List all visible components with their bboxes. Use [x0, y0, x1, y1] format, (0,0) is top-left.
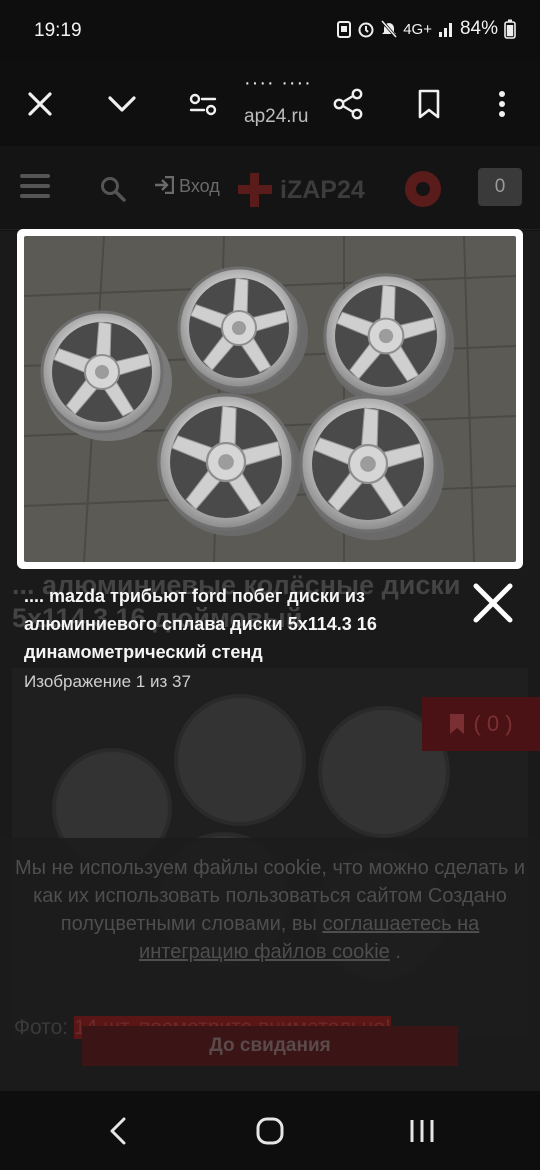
- page-settings-button[interactable]: [175, 76, 231, 132]
- recent-apps-button[interactable]: [400, 1109, 444, 1153]
- search-icon[interactable]: [100, 176, 126, 202]
- hamburger-menu-icon[interactable]: [20, 174, 50, 198]
- url-title[interactable]: ···· ····: [244, 72, 312, 95]
- close-viewer-button[interactable]: [468, 578, 518, 628]
- login-link[interactable]: Вход: [154, 175, 220, 197]
- site-logo[interactable]: iZAP24: [236, 164, 452, 214]
- image-viewer-frame: [17, 229, 523, 569]
- minimize-button[interactable]: [94, 76, 150, 132]
- page-settings-icon: [189, 93, 217, 116]
- home-icon: [256, 1117, 284, 1145]
- chevron-down-icon: [108, 96, 136, 112]
- site-header: Вход iZAP24 0: [0, 146, 540, 230]
- more-vertical-icon: [499, 91, 505, 117]
- system-navigation-bar: [0, 1091, 540, 1170]
- url-domain[interactable]: ap24.ru: [244, 106, 308, 128]
- login-label: Вход: [179, 176, 220, 196]
- close-icon: [473, 583, 513, 623]
- background-bookmark-count: ( 0 ): [473, 711, 513, 736]
- home-button[interactable]: [248, 1109, 292, 1153]
- alarm-icon: [358, 22, 374, 38]
- battery-icon: [504, 19, 516, 39]
- bookmark-icon: [450, 714, 465, 734]
- cookie-text-end: .: [389, 941, 401, 963]
- close-icon: [28, 92, 52, 116]
- status-icons: 4G+ 84%: [337, 18, 516, 40]
- network-type: 4G+: [403, 20, 432, 38]
- background-bookmark-counter[interactable]: ( 0 ): [422, 697, 540, 751]
- background-note-prefix: Фото:: [14, 1016, 69, 1039]
- share-button[interactable]: [320, 76, 376, 132]
- mute-icon: [381, 20, 398, 38]
- image-caption: .... mazda трибьют ford побег диски из а…: [24, 586, 377, 662]
- cart-counter[interactable]: 0: [478, 168, 522, 206]
- image-counter: Изображение 1 из 37: [24, 672, 191, 691]
- cookie-dismiss-button[interactable]: До свидания: [82, 1026, 458, 1066]
- logo-text: iZAP24: [280, 176, 365, 204]
- recent-apps-icon: [410, 1120, 434, 1142]
- back-chevron-icon: [110, 1117, 126, 1145]
- bookmark-button[interactable]: [401, 76, 457, 132]
- product-image[interactable]: [24, 236, 516, 562]
- cookie-text: Мы не используем файлы cookie, что можно…: [6, 854, 534, 966]
- more-options-button[interactable]: [474, 76, 530, 132]
- signal-icon: [438, 23, 452, 37]
- share-icon: [333, 88, 363, 120]
- login-icon: [155, 175, 175, 195]
- status-time: 19:19: [34, 20, 82, 41]
- close-tab-button[interactable]: [12, 76, 68, 132]
- status-bar: 19:19 4G+ 84%: [0, 0, 540, 62]
- cookie-banner: Мы не используем файлы cookie, что можно…: [0, 838, 540, 1088]
- alloy-wheels-photo: [24, 236, 516, 562]
- battery-level: 84%: [459, 18, 498, 39]
- bookmark-icon: [418, 89, 440, 119]
- back-button[interactable]: [96, 1109, 140, 1153]
- browser-toolbar: ···· ···· ap24.ru: [0, 62, 540, 146]
- notification-icon: [337, 21, 352, 38]
